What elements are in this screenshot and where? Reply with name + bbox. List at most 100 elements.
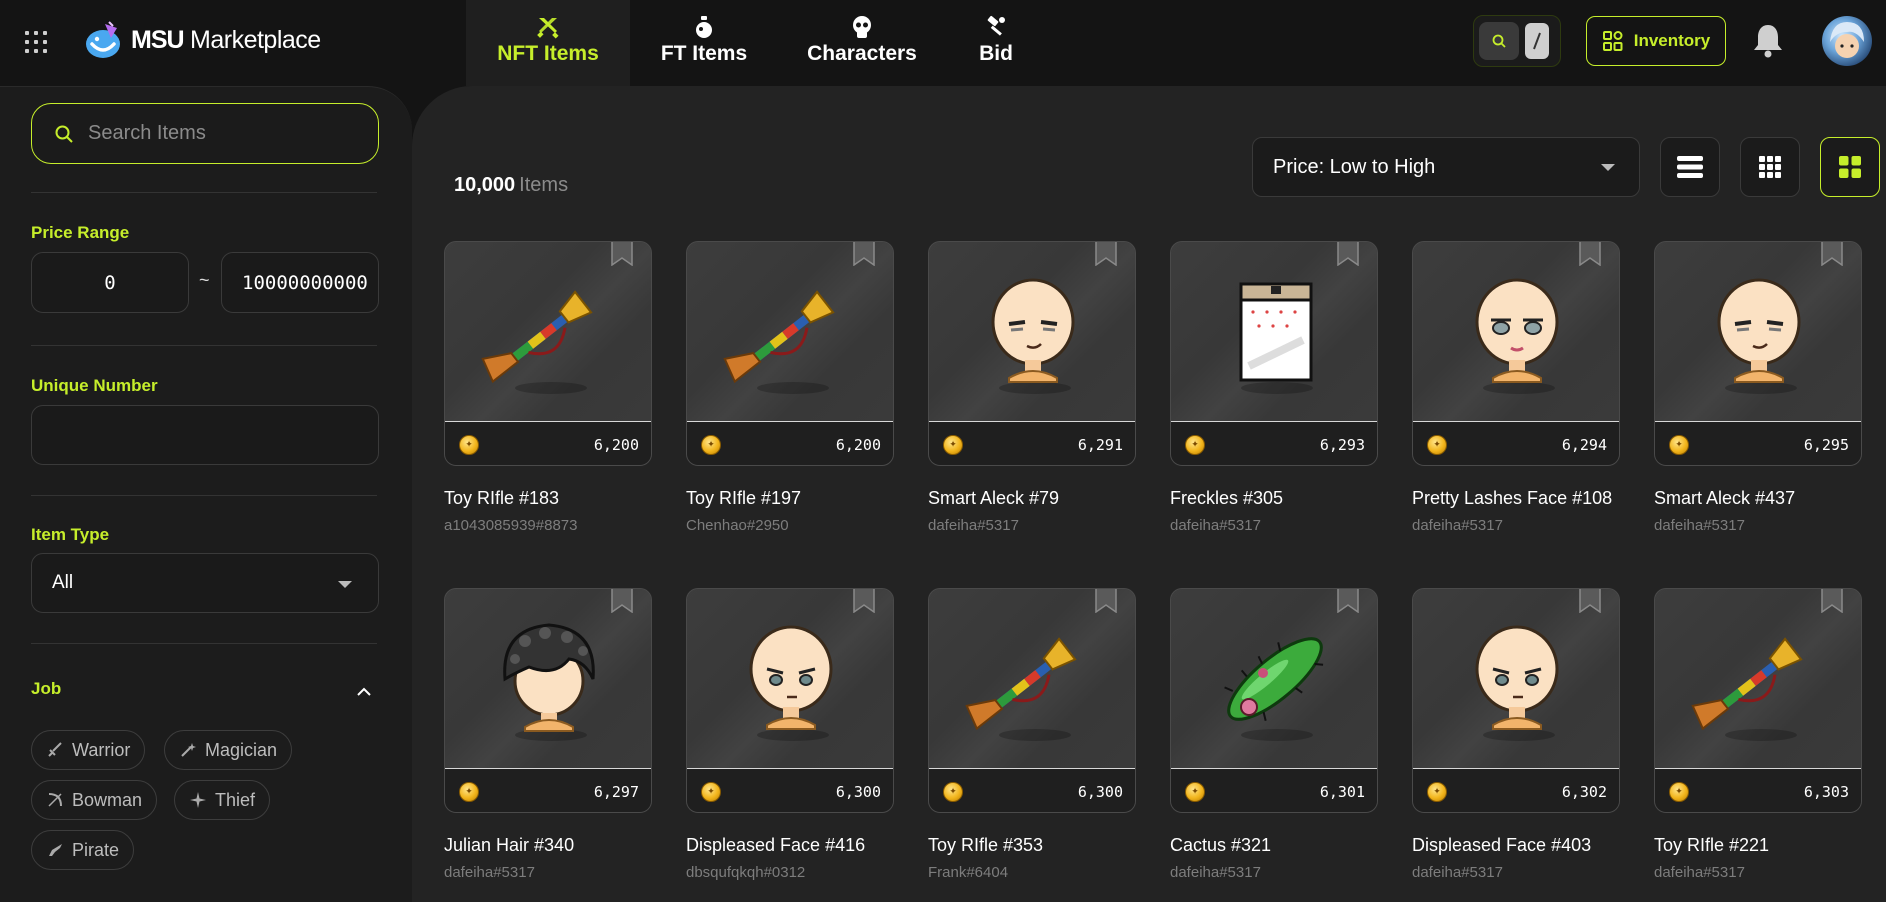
item-image[interactable] <box>1655 589 1861 769</box>
chevron-up-icon[interactable] <box>355 683 373 701</box>
item-owner[interactable]: dafeiha#5317 <box>1654 864 1862 881</box>
sort-select[interactable]: Price: Low to High <box>1252 137 1640 197</box>
item-owner[interactable]: a1043085939#8873 <box>444 517 652 534</box>
bookmark-icon[interactable] <box>1821 588 1843 613</box>
search-icon[interactable] <box>1479 22 1519 60</box>
search-items-box[interactable] <box>31 103 379 164</box>
item-card-frame[interactable]: ✦ 6,293 <box>1170 241 1378 466</box>
item-card-frame[interactable]: ✦ 6,200 <box>444 241 652 466</box>
item-name[interactable]: Displeased Face #416 <box>686 835 894 856</box>
item-owner[interactable]: Frank#6404 <box>928 864 1136 881</box>
tab-ft-items[interactable]: FT Items <box>630 0 778 86</box>
item-name[interactable]: Cactus #321 <box>1170 835 1378 856</box>
item-card-frame[interactable]: ✦ 6,302 <box>1412 588 1620 813</box>
item-image[interactable] <box>1171 589 1377 769</box>
item-owner[interactable]: dafeiha#5317 <box>1654 517 1862 534</box>
item-owner[interactable]: Chenhao#2950 <box>686 517 894 534</box>
item-card[interactable]: ✦ 6,293 Freckles #305 dafeiha#5317 <box>1170 241 1378 534</box>
item-owner[interactable]: dafeiha#5317 <box>1412 517 1620 534</box>
tab-characters[interactable]: Characters <box>778 0 946 86</box>
item-image[interactable] <box>687 242 893 422</box>
large-grid-view-button[interactable] <box>1820 137 1880 197</box>
item-card-frame[interactable]: ✦ 6,294 <box>1412 241 1620 466</box>
brand-logo[interactable]: MSU Marketplace <box>83 18 321 62</box>
job-chip-bowman[interactable]: Bowman <box>31 780 158 820</box>
item-name[interactable]: Smart Aleck #437 <box>1654 488 1862 509</box>
item-card[interactable]: ✦ 6,300 Displeased Face #416 dbsqufqkqh#… <box>686 588 894 881</box>
bookmark-icon[interactable] <box>1095 241 1117 266</box>
user-avatar[interactable] <box>1822 16 1872 66</box>
job-chip-magician[interactable]: Magician <box>164 730 293 770</box>
tab-nft-items[interactable]: NFT Items <box>466 0 630 86</box>
item-image[interactable] <box>929 589 1135 769</box>
item-image[interactable] <box>1171 242 1377 422</box>
item-card[interactable]: ✦ 6,300 Toy RIfle #353 Frank#6404 <box>928 588 1136 881</box>
search-mode-toggle[interactable] <box>1473 15 1561 67</box>
item-card[interactable]: ✦ 6,291 Smart Aleck #79 dafeiha#5317 <box>928 241 1136 534</box>
item-image[interactable] <box>1413 242 1619 422</box>
item-name[interactable]: Displeased Face #403 <box>1412 835 1620 856</box>
price-max-input[interactable]: 10000000000 <box>221 252 379 313</box>
item-card[interactable]: ✦ 6,303 Toy RIfle #221 dafeiha#5317 <box>1654 588 1862 881</box>
tab-bid[interactable]: Bid <box>946 0 1046 86</box>
inventory-button[interactable]: Inventory <box>1586 16 1726 66</box>
bookmark-icon[interactable] <box>1579 241 1601 266</box>
item-card[interactable]: ✦ 6,297 Julian Hair #340 dafeiha#5317 <box>444 588 652 881</box>
item-card-frame[interactable]: ✦ 6,297 <box>444 588 652 813</box>
apps-grid-icon[interactable] <box>25 31 47 53</box>
item-card-frame[interactable]: ✦ 6,300 <box>686 588 894 813</box>
item-owner[interactable]: dbsqufqkqh#0312 <box>686 864 894 881</box>
item-owner[interactable]: dafeiha#5317 <box>444 864 652 881</box>
item-name[interactable]: Toy RIfle #353 <box>928 835 1136 856</box>
job-chip-thief[interactable]: Thief <box>174 780 271 820</box>
item-image[interactable] <box>1655 242 1861 422</box>
unique-number-input[interactable] <box>31 405 379 465</box>
item-image[interactable] <box>445 242 651 422</box>
item-card[interactable]: ✦ 6,200 Toy RIfle #183 a1043085939#8873 <box>444 241 652 534</box>
item-name[interactable]: Pretty Lashes Face #108 <box>1412 488 1620 509</box>
item-card-frame[interactable]: ✦ 6,300 <box>928 588 1136 813</box>
item-card[interactable]: ✦ 6,302 Displeased Face #403 dafeiha#531… <box>1412 588 1620 881</box>
bookmark-icon[interactable] <box>853 588 875 613</box>
compact-grid-view-button[interactable] <box>1740 137 1800 197</box>
bookmark-icon[interactable] <box>611 241 633 266</box>
item-name[interactable]: Julian Hair #340 <box>444 835 652 856</box>
bookmark-icon[interactable] <box>1821 241 1843 266</box>
bookmark-icon[interactable] <box>1579 588 1601 613</box>
price-min-input[interactable]: 0 <box>31 252 189 313</box>
item-card-frame[interactable]: ✦ 6,291 <box>928 241 1136 466</box>
item-card[interactable]: ✦ 6,200 Toy RIfle #197 Chenhao#2950 <box>686 241 894 534</box>
item-owner[interactable]: dafeiha#5317 <box>1412 864 1620 881</box>
list-view-button[interactable] <box>1660 137 1720 197</box>
item-owner[interactable]: dafeiha#5317 <box>1170 864 1378 881</box>
item-image[interactable] <box>445 589 651 769</box>
item-owner[interactable]: dafeiha#5317 <box>1170 517 1378 534</box>
item-name[interactable]: Smart Aleck #79 <box>928 488 1136 509</box>
item-card[interactable]: ✦ 6,294 Pretty Lashes Face #108 dafeiha#… <box>1412 241 1620 534</box>
item-name[interactable]: Freckles #305 <box>1170 488 1378 509</box>
item-image[interactable] <box>1413 589 1619 769</box>
item-owner[interactable]: dafeiha#5317 <box>928 517 1136 534</box>
job-chip-warrior[interactable]: Warrior <box>31 730 146 770</box>
bookmark-icon[interactable] <box>853 241 875 266</box>
item-type-select[interactable]: All <box>31 553 379 613</box>
item-image[interactable] <box>929 242 1135 422</box>
item-name[interactable]: Toy RIfle #183 <box>444 488 652 509</box>
item-card-frame[interactable]: ✦ 6,303 <box>1654 588 1862 813</box>
item-card-frame[interactable]: ✦ 6,200 <box>686 241 894 466</box>
bookmark-icon[interactable] <box>1095 588 1117 613</box>
item-card-frame[interactable]: ✦ 6,295 <box>1654 241 1862 466</box>
item-card[interactable]: ✦ 6,295 Smart Aleck #437 dafeiha#5317 <box>1654 241 1862 534</box>
bookmark-icon[interactable] <box>1337 588 1359 613</box>
bookmark-icon[interactable] <box>611 588 633 613</box>
item-name[interactable]: Toy RIfle #221 <box>1654 835 1862 856</box>
item-card-frame[interactable]: ✦ 6,301 <box>1170 588 1378 813</box>
item-name[interactable]: Toy RIfle #197 <box>686 488 894 509</box>
job-chip-pirate[interactable]: Pirate <box>31 830 135 870</box>
bell-icon[interactable] <box>1751 22 1785 58</box>
bookmark-icon[interactable] <box>1337 241 1359 266</box>
item-card[interactable]: ✦ 6,301 Cactus #321 dafeiha#5317 <box>1170 588 1378 881</box>
item-image[interactable] <box>687 589 893 769</box>
search-items-input[interactable] <box>88 122 348 145</box>
pencil-icon[interactable] <box>1525 23 1549 59</box>
